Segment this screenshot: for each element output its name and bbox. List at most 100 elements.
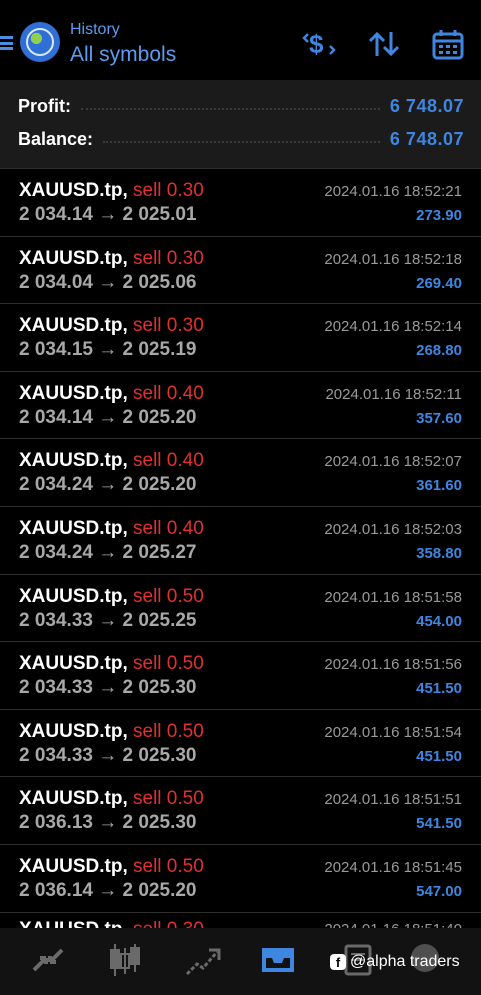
- trade-profit: 358.80: [416, 544, 462, 562]
- chart-icon[interactable]: [105, 940, 145, 980]
- trade-symbol: XAUUSD.tp, sell 0.50: [19, 788, 204, 810]
- balance-value: 6 748.07: [389, 128, 464, 149]
- page-title: History: [70, 21, 120, 38]
- profit-value: 6 748.07: [389, 95, 464, 116]
- trade-history-list: XAUUSD.tp, sell 0.30 2 034.14 → 2 025.01 2…: [0, 168, 481, 912]
- trade-prices: 2 034.33 → 2 025.30: [19, 677, 197, 699]
- trade-side: sell 0.50: [133, 585, 204, 607]
- list-item[interactable]: XAUUSD.tp, sell 0.50 2 034.33 → 2 025.25 2…: [0, 573, 481, 642]
- trade-side: sell 0.40: [133, 382, 204, 404]
- trade-time: 2024.01.16 18:51:58: [324, 588, 462, 606]
- trade-time: 2024.01.16 18:52:03: [324, 520, 462, 538]
- watermark-text: @alpha traders: [350, 953, 460, 970]
- list-item[interactable]: XAUUSD.tp, sell 0.30 2 034.14 → 2 025.01 2…: [0, 168, 481, 236]
- symbol-text: XAUUSD.tp,: [19, 788, 128, 810]
- trade-profit: 451.50: [416, 747, 462, 765]
- list-item[interactable]: XAUUSD.tp, sell 0.30 2 034.15 → 2 025.19 2…: [0, 303, 481, 371]
- symbol-text: XAUUSD.tp,: [19, 315, 128, 337]
- trade-prices: 2 034.24 → 2 025.27: [19, 541, 197, 563]
- list-item[interactable]: XAUUSD.tp, sell 0.50 2 036.14 → 2 025.20 2…: [0, 843, 481, 912]
- account-summary: Profit: 6 748.07 Balance: 6 748.07: [0, 80, 481, 168]
- list-item[interactable]: XAUUSD.tp, sell 0.40 2 034.24 → 2 025.27 2…: [0, 505, 481, 574]
- trade-time: 2024.01.16 18:52:07: [324, 453, 462, 471]
- trade-time: 2024.01.16 18:51:51: [324, 791, 462, 809]
- trade-profit: 273.90: [416, 207, 462, 224]
- trade-prices: 2 036.13 → 2 025.30: [19, 812, 197, 834]
- list-item[interactable]: XAUUSD.tp, sell 0.50 2 034.33 → 2 025.30 2…: [0, 708, 481, 777]
- trade-side: sell 0.30: [133, 315, 204, 337]
- sort-icon[interactable]: [367, 28, 401, 60]
- trade-time: 2024.01.16 18:51:54: [324, 723, 462, 741]
- trade-profit: 269.40: [416, 274, 462, 292]
- currency-icon[interactable]: $: [302, 28, 336, 60]
- trade-icon[interactable]: [183, 940, 223, 980]
- symbol-text: XAUUSD.tp,: [19, 247, 128, 269]
- trade-side: sell 0.50: [133, 855, 204, 877]
- trade-prices: 2 034.14 → 2 025.20: [19, 406, 197, 428]
- trade-profit: 361.60: [416, 477, 462, 495]
- trade-time: 2024.01.16 18:52:14: [324, 318, 462, 336]
- trade-prices: 2 034.14 → 2 025.01: [19, 204, 197, 225]
- trade-time: 2024.01.16 18:52:11: [325, 385, 462, 403]
- profit-label: Profit:: [18, 95, 71, 116]
- list-item[interactable]: XAUUSD.tp, sell 0.50 2 034.33 → 2 025.30 2…: [0, 641, 481, 709]
- symbol-text: XAUUSD.tp,: [19, 180, 128, 201]
- symbol-text: XAUUSD.tp,: [19, 517, 128, 539]
- trade-prices: 2 036.14 → 2 025.20: [19, 879, 197, 901]
- trade-profit: 357.60: [416, 409, 462, 427]
- trade-time: 2024.01.16 18:52:21: [324, 183, 462, 200]
- balance-row: Balance: 6 748.07: [18, 126, 464, 152]
- symbol-filter[interactable]: All symbols: [70, 43, 176, 67]
- facebook-icon: f: [330, 954, 346, 970]
- history-icon[interactable]: [258, 940, 298, 980]
- trade-side: sell 0.50: [133, 653, 204, 675]
- trade-side: sell 0.30: [133, 247, 204, 269]
- trade-side: sell 0.50: [133, 788, 204, 810]
- trade-symbol: XAUUSD.tp, sell 0.30: [19, 248, 204, 270]
- trade-time: 2024.01.16 18:51:56: [324, 656, 462, 674]
- trade-symbol: XAUUSD.tp, sell 0.30: [19, 315, 204, 337]
- list-item[interactable]: XAUUSD.tp, sell 0.40 2 034.24 → 2 025.20 2…: [0, 438, 481, 506]
- trade-side: sell 0.50: [133, 720, 204, 742]
- trade-symbol: XAUUSD.tp, sell 0.40: [19, 450, 204, 472]
- symbol-text: XAUUSD.tp,: [19, 382, 128, 404]
- dotted-leader: [81, 108, 380, 110]
- profit-row: Profit: 6 748.07: [18, 93, 464, 119]
- symbol-text: XAUUSD.tp,: [19, 720, 128, 742]
- trade-prices: 2 034.04 → 2 025.06: [19, 271, 197, 293]
- quotes-icon[interactable]: [28, 940, 68, 980]
- trade-symbol: XAUUSD.tp, sell 0.50: [19, 721, 204, 743]
- calendar-icon[interactable]: [431, 28, 465, 60]
- trade-time: 2024.01.16 18:51:45: [324, 858, 462, 876]
- trade-profit: 268.80: [416, 342, 462, 360]
- menu-icon[interactable]: [0, 36, 13, 50]
- trade-symbol: XAUUSD.tp, sell 0.40: [19, 383, 204, 405]
- trade-profit: 454.00: [416, 612, 462, 630]
- trade-side: sell 0.40: [133, 517, 204, 539]
- trade-profit: 451.50: [416, 680, 462, 698]
- symbol-text: XAUUSD.tp,: [19, 653, 128, 675]
- trade-symbol: XAUUSD.tp, sell 0.50: [19, 856, 204, 878]
- list-item[interactable]: XAUUSD.tp, sell 0.40 2 034.14 → 2 025.20 2…: [0, 370, 481, 439]
- watermark: f @alpha traders: [330, 953, 460, 971]
- trade-prices: 2 034.15 → 2 025.19: [19, 339, 197, 361]
- list-item[interactable]: XAUUSD.tp, sell 0.30 2 034.04 → 2 025.06 2…: [0, 235, 481, 304]
- app-header: History All symbols $: [0, 0, 481, 80]
- trade-time: 2024.01.16 18:52:18: [324, 250, 462, 268]
- trade-symbol: XAUUSD.tp, sell 0.50: [19, 586, 204, 608]
- trade-symbol: XAUUSD.tp, sell 0.40: [19, 518, 204, 540]
- trade-side: sell 0.40: [133, 450, 204, 472]
- trade-symbol: XAUUSD.tp, sell 0.30: [19, 180, 204, 202]
- symbol-text: XAUUSD.tp,: [19, 855, 128, 877]
- trade-prices: 2 034.33 → 2 025.25: [19, 609, 197, 631]
- trade-prices: 2 034.33 → 2 025.30: [19, 744, 197, 766]
- svg-text:$: $: [309, 29, 324, 59]
- trade-symbol: XAUUSD.tp, sell 0.50: [19, 653, 204, 675]
- dotted-leader: [103, 141, 380, 143]
- trade-profit: 541.50: [416, 815, 462, 833]
- symbol-text: XAUUSD.tp,: [19, 450, 128, 472]
- symbol-text: XAUUSD.tp,: [19, 585, 128, 607]
- trade-side: sell 0.30: [133, 180, 204, 201]
- app-logo: [20, 22, 60, 62]
- list-item[interactable]: XAUUSD.tp, sell 0.50 2 036.13 → 2 025.30 2…: [0, 776, 481, 844]
